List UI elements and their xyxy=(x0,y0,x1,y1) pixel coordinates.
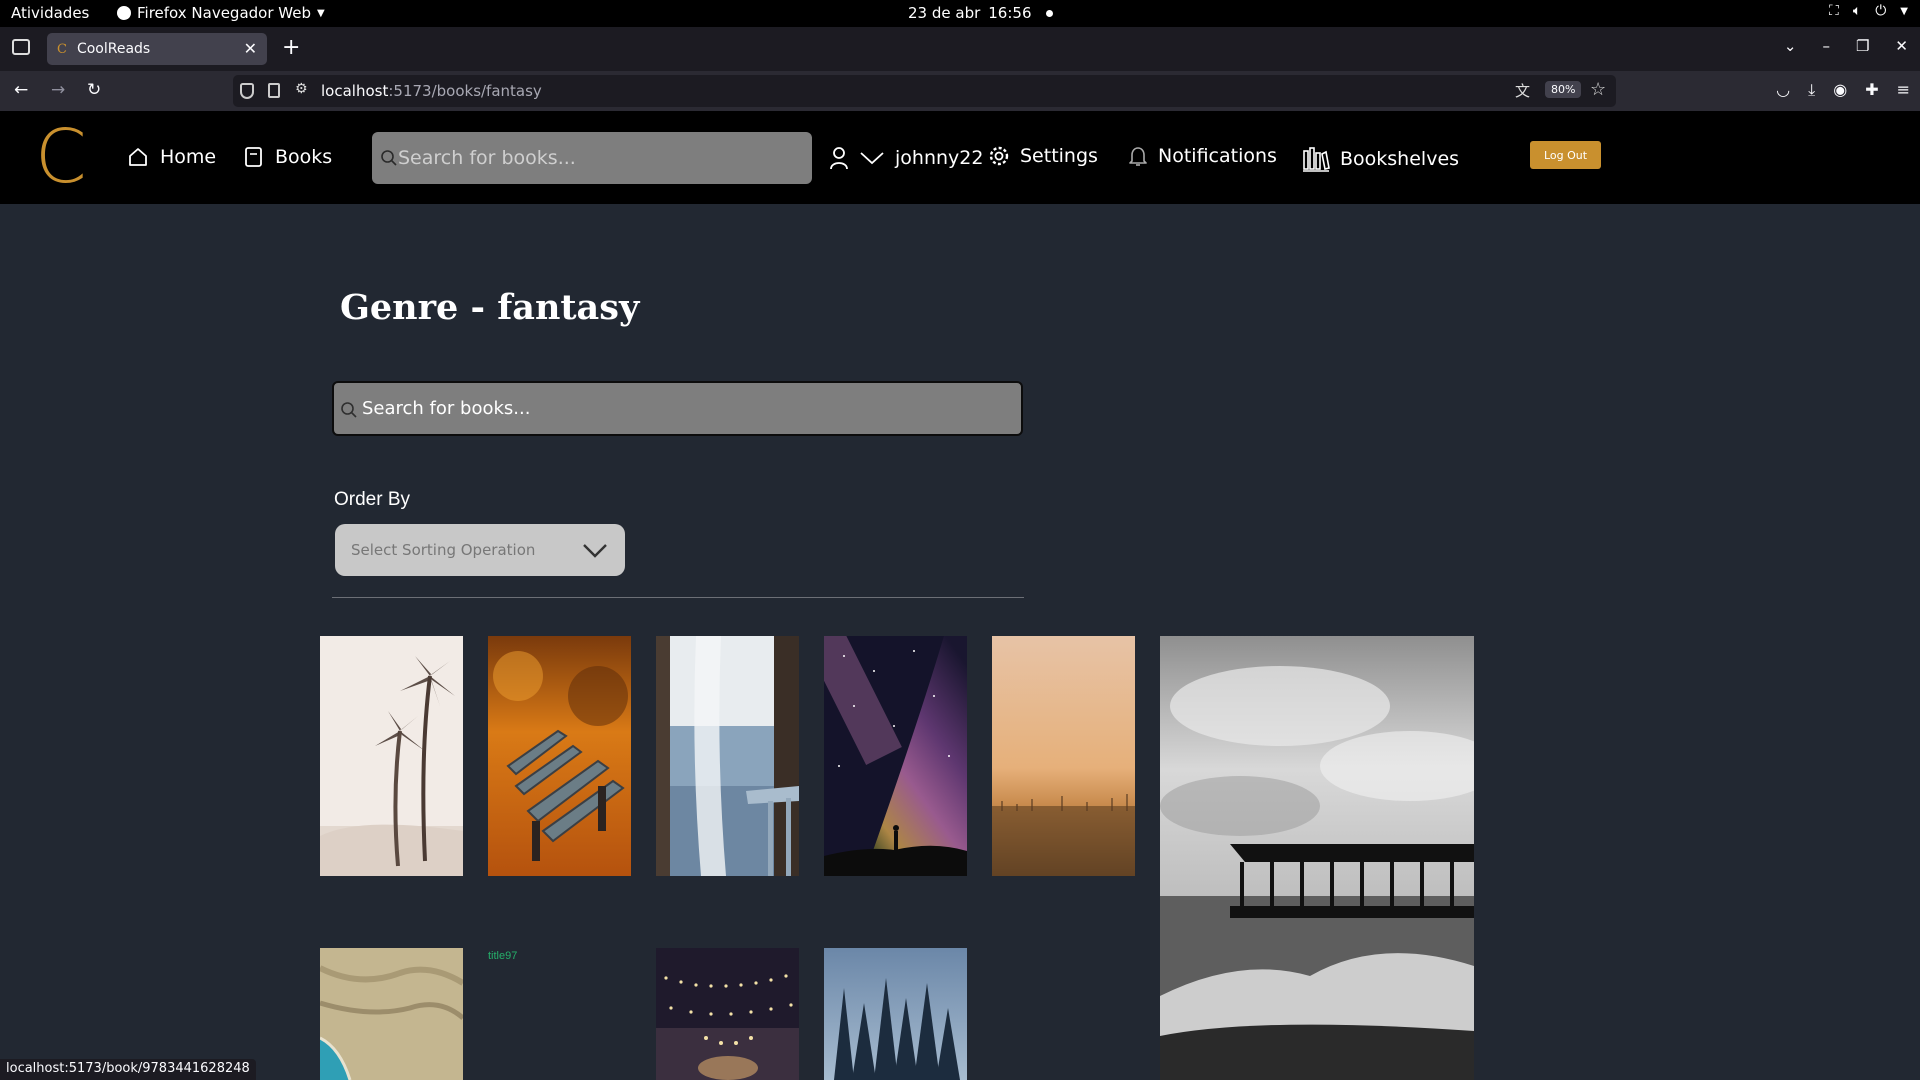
chevron-down-icon: ▼ xyxy=(316,7,325,19)
clock-time: 16:56 xyxy=(988,4,1032,22)
tracking-protection-icon[interactable] xyxy=(240,83,254,99)
book-cover-pier[interactable] xyxy=(1160,636,1474,1080)
nav-bookshelves-label: Bookshelves xyxy=(1340,148,1460,170)
logout-button[interactable]: Log Out xyxy=(1530,141,1601,169)
pier-image xyxy=(1160,636,1474,1080)
book-title-placeholder[interactable]: title97 xyxy=(488,950,517,962)
book-icon xyxy=(245,147,262,167)
order-by-label: Order By xyxy=(334,489,411,510)
page-info-icon[interactable] xyxy=(268,83,280,98)
list-all-tabs-icon[interactable]: ⌄ xyxy=(1784,37,1797,55)
nav-bookshelves[interactable]: Bookshelves xyxy=(1302,145,1459,173)
book-cover-forest[interactable] xyxy=(824,948,967,1080)
header-search-input[interactable]: Search for books... xyxy=(372,132,812,184)
system-menu[interactable]: ⛶ 🔈︎ ⏻ ▼ xyxy=(1829,3,1908,19)
header-search-placeholder: Search for books... xyxy=(398,147,576,169)
downloads-icon[interactable]: ⤓ xyxy=(1808,80,1815,100)
browser-tab[interactable]: C CoolReads ✕ xyxy=(47,33,267,65)
tab-list-icon[interactable] xyxy=(12,39,30,55)
menu-icon[interactable]: ≡ xyxy=(1897,80,1910,100)
nav-home-label: Home xyxy=(160,146,217,168)
activities-button[interactable]: Atividades xyxy=(11,4,89,22)
app-menu[interactable]: Firefox Navegador Web ▼ xyxy=(117,4,325,22)
sort-select[interactable]: Select Sorting Operation xyxy=(335,524,625,576)
book-cover-palm[interactable] xyxy=(320,636,463,876)
window-curtain-image xyxy=(656,636,799,876)
network-icon: ⛶ xyxy=(1829,3,1839,19)
search-icon xyxy=(341,402,357,418)
autumn-bench-image xyxy=(488,636,631,876)
back-icon[interactable]: ← xyxy=(14,80,28,100)
user-menu[interactable]: johnny22 xyxy=(829,145,983,171)
bookmark-star-icon[interactable]: ☆ xyxy=(1590,79,1606,100)
username: johnny22 xyxy=(895,147,984,169)
bell-icon xyxy=(1129,147,1147,166)
app-name: Firefox Navegador Web xyxy=(137,4,311,22)
url-path: :5173/books/fantasy xyxy=(388,82,542,100)
pocket-icon[interactable]: ◡ xyxy=(1776,80,1790,100)
browser-nav-bar: ← → ↻ ⚙︎ localhost:5173/books/fantasy 文 … xyxy=(0,71,1920,111)
page-title: Genre - fantasy xyxy=(340,287,640,328)
nav-notifications-label: Notifications xyxy=(1158,145,1277,167)
extensions-icon[interactable]: ✚ xyxy=(1865,80,1878,100)
palm-trees-image xyxy=(320,636,463,876)
nav-books-label: Books xyxy=(275,146,333,168)
minimize-icon[interactable]: – xyxy=(1822,37,1830,55)
chevron-down-icon: ▼ xyxy=(1900,5,1908,17)
book-cover-autumn-bench[interactable] xyxy=(488,636,631,876)
close-window-icon[interactable]: ✕ xyxy=(1895,37,1908,55)
zoom-indicator[interactable]: 80% xyxy=(1545,81,1582,98)
notification-dot-icon xyxy=(1045,9,1053,17)
bookshelf-icon xyxy=(1303,147,1330,172)
book-cover-lights[interactable] xyxy=(656,948,799,1080)
new-tab-button[interactable]: + xyxy=(282,37,300,59)
galaxy-image xyxy=(824,636,967,876)
book-search-placeholder: Search for books... xyxy=(362,398,531,419)
nav-settings[interactable]: Settings xyxy=(988,145,1098,167)
coast-aerial-image xyxy=(320,948,463,1080)
favicon-icon: C xyxy=(57,41,67,57)
permissions-icon[interactable]: ⚙︎ xyxy=(295,81,308,97)
book-cover-coast-aerial[interactable] xyxy=(320,948,463,1080)
close-tab-icon[interactable]: ✕ xyxy=(244,39,257,58)
translate-icon[interactable]: 文 xyxy=(1515,80,1530,101)
volume-icon: 🔈︎ xyxy=(1852,3,1862,19)
book-cover-sunset-field[interactable] xyxy=(992,636,1135,876)
reload-icon[interactable]: ↻ xyxy=(87,80,101,100)
site-logo[interactable]: C xyxy=(35,115,87,199)
link-status-tooltip: localhost:5173/book/9783441628248 xyxy=(0,1059,256,1080)
app-header: C Home Books Search for books... johnny2… xyxy=(0,111,1920,204)
nav-settings-label: Settings xyxy=(1020,145,1098,167)
firefox-icon xyxy=(117,6,131,20)
power-icon: ⏻ xyxy=(1875,3,1887,19)
book-cover-galaxy[interactable] xyxy=(824,636,967,876)
url-text[interactable]: localhost:5173/books/fantasy xyxy=(321,82,542,100)
browser-tab-bar: C CoolReads ✕ + ⌄ – ❐ ✕ xyxy=(0,27,1920,71)
gear-icon xyxy=(989,146,1009,166)
account-icon[interactable]: ◉ xyxy=(1833,80,1847,100)
user-icon xyxy=(830,147,848,170)
nav-home[interactable]: Home xyxy=(126,145,216,169)
tab-title: CoolReads xyxy=(76,41,151,57)
divider xyxy=(332,597,1024,598)
sort-select-placeholder: Select Sorting Operation xyxy=(351,541,536,559)
forest-image xyxy=(824,948,967,1080)
book-search-input[interactable]: Search for books... xyxy=(332,381,1023,436)
restore-icon[interactable]: ❐ xyxy=(1856,37,1869,55)
chevron-down-icon xyxy=(583,544,607,558)
forward-icon[interactable]: → xyxy=(51,80,65,100)
nav-notifications[interactable]: Notifications xyxy=(1128,145,1277,167)
search-icon xyxy=(381,150,397,166)
chevron-down-icon xyxy=(860,152,884,165)
book-cover-window[interactable] xyxy=(656,636,799,876)
clock[interactable]: 23 de abr 16:56 xyxy=(908,4,1053,22)
address-bar[interactable]: ⚙︎ localhost:5173/books/fantasy 文 80% ☆ xyxy=(233,75,1616,107)
home-icon xyxy=(129,148,147,166)
url-host: localhost xyxy=(321,82,389,100)
string-lights-image xyxy=(656,948,799,1080)
system-top-bar: Atividades Firefox Navegador Web ▼ 23 de… xyxy=(0,0,1920,27)
clock-date: 23 de abr xyxy=(908,4,981,22)
nav-books[interactable]: Books xyxy=(243,145,332,169)
sunset-field-image xyxy=(992,636,1135,876)
